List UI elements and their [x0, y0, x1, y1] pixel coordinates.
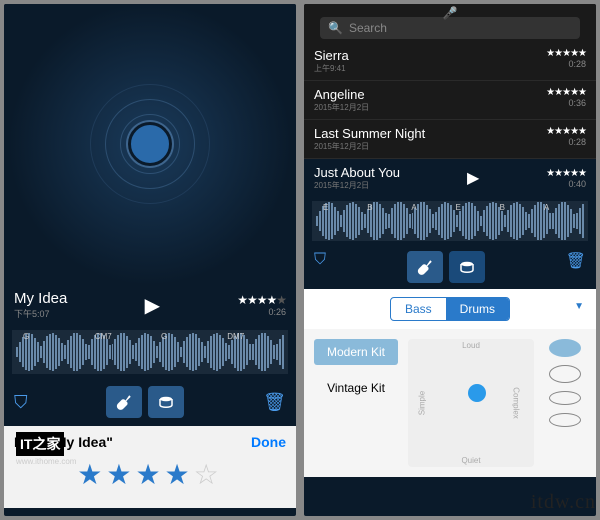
drum-hihat-icon[interactable] — [549, 365, 581, 383]
selected-song-date: 2015年12月2日 — [314, 180, 400, 191]
drums-button[interactable] — [148, 386, 184, 418]
search-input[interactable]: 🔍 Search — [320, 17, 580, 39]
chord-label: CM7 — [95, 332, 112, 341]
song-time: 下午5:07 — [14, 307, 67, 320]
selected-duration: 0:40 — [546, 179, 586, 189]
selected-song-name: Just About You — [314, 165, 400, 180]
drum-cymbal-icon[interactable] — [549, 339, 581, 357]
search-placeholder: Search — [349, 21, 387, 35]
song-date: 上午9:41 — [314, 63, 349, 74]
song-name: Angeline — [314, 87, 369, 102]
song-duration: 0:36 — [546, 98, 586, 108]
chevron-down-icon[interactable]: ▼ — [574, 301, 584, 312]
song-stars: ★★★★★ — [546, 126, 586, 137]
trash-icon[interactable]: 🗑 — [263, 392, 286, 413]
song-duration: 0:26 — [237, 307, 286, 317]
drum-snare-icon[interactable] — [549, 391, 581, 405]
song-name: Last Summer Night — [314, 126, 425, 141]
song-duration: 0:28 — [546, 137, 586, 147]
segment-control: Bass Drums ▼ — [304, 289, 596, 329]
guitar-button[interactable] — [106, 386, 142, 418]
song-date: 2015年12月2日 — [314, 141, 425, 152]
segment-drums[interactable]: Drums — [446, 298, 509, 320]
kit-vintage[interactable]: Vintage Kit — [314, 375, 398, 401]
record-area — [4, 4, 296, 284]
drum-kick-icon[interactable] — [549, 413, 581, 427]
song-row[interactable]: Last Summer Night2015年12月2日 ★★★★★0:28 — [304, 120, 596, 159]
search-icon: 🔍 — [328, 21, 343, 35]
play-button[interactable]: ▶ — [145, 293, 160, 318]
segment-bass[interactable]: Bass — [391, 298, 446, 320]
chord-label: G — [161, 332, 167, 341]
drum-panel: Modern Kit Vintage Kit Loud Quiet Simple… — [304, 329, 596, 477]
done-button[interactable]: Done — [251, 434, 286, 450]
mic-icon[interactable]: 🎤 — [443, 6, 458, 20]
song-name: Sierra — [314, 48, 349, 63]
pad-thumb[interactable] — [468, 384, 486, 402]
it-badge: IT之家 — [16, 432, 64, 456]
rating-stars: ★★★★★ — [237, 293, 286, 307]
chord-label: G — [23, 332, 29, 341]
waveform[interactable]: G CM7 G DM7 — [12, 330, 288, 374]
guitar-button[interactable] — [407, 251, 443, 283]
xy-pad[interactable]: Loud Quiet Simple Complex — [408, 339, 534, 467]
drums-button[interactable] — [449, 251, 485, 283]
chord-label: DM7 — [227, 332, 244, 341]
watermark: itdw.cn — [531, 491, 596, 514]
kit-modern[interactable]: Modern Kit — [314, 339, 398, 365]
selected-song-row[interactable]: Just About You 2015年12月2日 ▶ ★★★★★ 0:40 — [304, 159, 596, 197]
tag-icon[interactable]: ⛉ — [14, 392, 28, 413]
record-button[interactable] — [128, 122, 172, 166]
song-title: My Idea — [14, 290, 67, 307]
screen-library: 🎤 🔍 Search Sierra上午9:41★★★★★0:28Angeline… — [304, 4, 596, 516]
trash-icon[interactable]: 🗑 — [566, 251, 586, 283]
song-date: 2015年12月2日 — [314, 102, 369, 113]
screen-recorder: My Idea 下午5:07 ▶ ★★★★★ 0:26 G CM7 G DM7 … — [4, 4, 296, 516]
song-stars: ★★★★★ — [546, 87, 586, 98]
play-button[interactable]: ▶ — [467, 168, 479, 188]
song-row[interactable]: Sierra上午9:41 ★★★★★0:28 — [304, 42, 596, 81]
selected-stars: ★★★★★ — [546, 168, 586, 179]
waveform[interactable]: E B A E B A — [312, 201, 588, 241]
song-stars: ★★★★★ — [546, 48, 586, 59]
song-row[interactable]: Angeline2015年12月2日 ★★★★★0:36 — [304, 81, 596, 120]
tag-icon[interactable]: ⛉ — [314, 251, 326, 283]
song-duration: 0:28 — [546, 59, 586, 69]
it-url: www.ithome.com — [16, 457, 76, 466]
